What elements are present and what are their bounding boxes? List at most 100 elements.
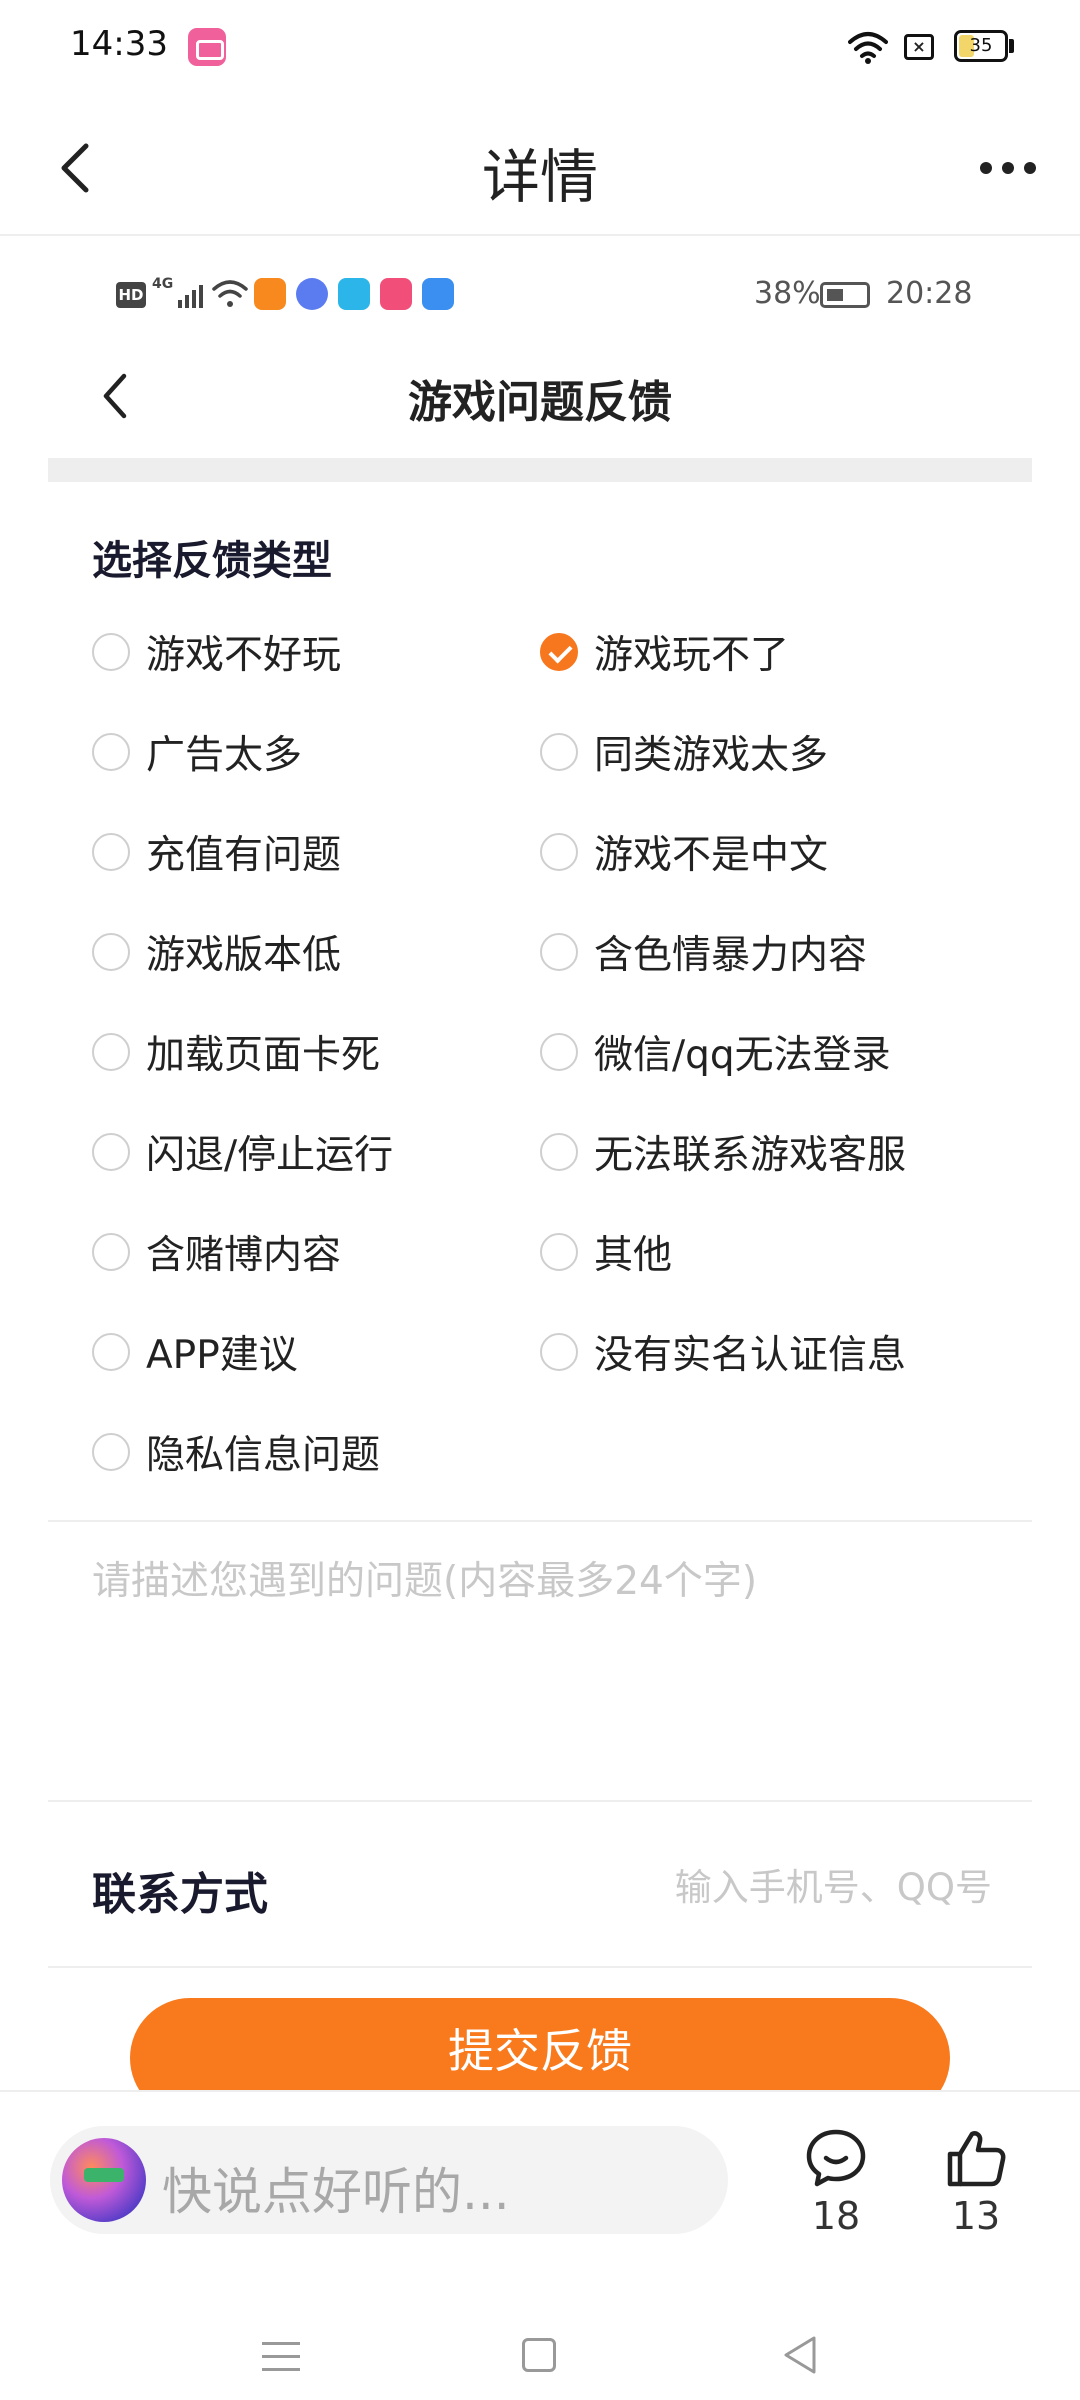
feedback-option-label: 同类游戏太多 <box>594 733 829 778</box>
feedback-option[interactable]: 其他 <box>540 1220 672 1284</box>
radio-unchecked-icon[interactable] <box>92 1233 130 1271</box>
feedback-option[interactable]: 含色情暴力内容 <box>540 920 867 984</box>
feedback-option[interactable]: 无法联系游戏客服 <box>540 1120 906 1184</box>
feedback-option-label: 游戏玩不了 <box>594 633 790 678</box>
feedback-option-label: 微信/qq无法登录 <box>594 1033 891 1078</box>
submit-feedback-button[interactable]: 提交反馈 <box>130 1998 950 2090</box>
radio-unchecked-icon[interactable] <box>540 1033 578 1071</box>
feedback-option-label: 闪退/停止运行 <box>146 1133 394 1178</box>
comment-button[interactable]: 18 <box>800 2128 872 2238</box>
feedback-option-label: 充值有问题 <box>146 833 342 878</box>
radio-unchecked-icon[interactable] <box>540 733 578 771</box>
feedback-option[interactable]: 没有实名认证信息 <box>540 1320 906 1384</box>
radio-unchecked-icon[interactable] <box>92 933 130 971</box>
radio-unchecked-icon[interactable] <box>540 833 578 871</box>
radio-unchecked-icon[interactable] <box>540 1133 578 1171</box>
feedback-option[interactable]: 加载页面卡死 <box>92 1020 380 1084</box>
radio-unchecked-icon[interactable] <box>92 1333 130 1371</box>
feedback-option-label: 加载页面卡死 <box>146 1033 381 1078</box>
comment-count: 18 <box>811 2194 861 2238</box>
status-time: 14:33 <box>70 24 168 64</box>
battery-percent: 35 <box>969 35 993 56</box>
feedback-option[interactable]: 游戏玩不了 <box>540 620 789 684</box>
divider <box>48 1520 1032 1522</box>
feedback-option-label: 其他 <box>594 1233 673 1278</box>
radio-unchecked-icon[interactable] <box>540 933 578 971</box>
top-nav: 详情 <box>0 100 1080 236</box>
feedback-option-label: 游戏版本低 <box>146 933 342 978</box>
divider <box>48 1800 1032 1802</box>
avatar <box>62 2138 146 2222</box>
bilibili-app-icon <box>188 28 226 66</box>
feedback-option-label: 没有实名认证信息 <box>594 1333 907 1378</box>
page-title: 详情 <box>481 143 598 211</box>
music-app-icon <box>296 278 328 310</box>
video-app-icon <box>254 278 286 310</box>
store-app-icon <box>380 278 412 310</box>
like-count: 13 <box>951 2194 1001 2238</box>
feedback-option-label: 隐私信息问题 <box>146 1433 381 1478</box>
section-divider <box>48 458 1032 482</box>
radio-unchecked-icon[interactable] <box>540 1333 578 1371</box>
signal-icon <box>178 285 203 308</box>
comment-placeholder: 快说点好听的... <box>162 2163 510 2221</box>
system-back-icon[interactable] <box>780 2334 820 2376</box>
feedback-option[interactable]: 含赌博内容 <box>92 1220 341 1284</box>
feedback-title: 游戏问题反馈 <box>408 377 672 428</box>
comment-input[interactable]: 快说点好听的... <box>50 2126 728 2234</box>
embedded-time: 20:28 <box>886 276 973 311</box>
radio-unchecked-icon[interactable] <box>540 1233 578 1271</box>
radio-unchecked-icon[interactable] <box>92 733 130 771</box>
system-nav-bar <box>0 2300 1080 2400</box>
feedback-option-label: APP建议 <box>146 1333 298 1378</box>
contact-input[interactable] <box>560 1852 992 1922</box>
feedback-type-heading: 选择反馈类型 <box>92 538 332 584</box>
more-options-icon[interactable] <box>976 158 1040 178</box>
radio-checked-icon[interactable] <box>540 633 578 671</box>
contact-label: 联系方式 <box>92 1869 268 1920</box>
like-button[interactable]: 13 <box>940 2128 1012 2238</box>
network-type: 4G <box>152 276 174 292</box>
battery-icon: 35 <box>954 30 1008 62</box>
home-icon[interactable] <box>522 2338 556 2372</box>
radio-unchecked-icon[interactable] <box>92 1033 130 1071</box>
feedback-option-label: 广告太多 <box>146 733 303 778</box>
radio-unchecked-icon[interactable] <box>92 633 130 671</box>
feedback-option-label: 含色情暴力内容 <box>594 933 868 978</box>
embedded-status-bar: HD 4G 38% 20:28 <box>112 272 972 324</box>
feedback-option-label: 游戏不好玩 <box>146 633 342 678</box>
no-sim-icon: × <box>904 34 934 60</box>
reader-app-icon <box>338 278 370 310</box>
embedded-wifi-icon <box>212 280 248 307</box>
embedded-battery-percent: 38% <box>754 276 821 311</box>
feedback-option-label: 含赌博内容 <box>146 1233 342 1278</box>
radio-unchecked-icon[interactable] <box>92 1133 130 1171</box>
feedback-option[interactable]: 游戏不是中文 <box>540 820 828 884</box>
description-input[interactable] <box>48 1528 1032 1798</box>
wifi-icon <box>848 32 888 64</box>
status-bar: 14:33 × 35 <box>0 0 1080 96</box>
feedback-header: 游戏问题反馈 <box>48 350 1032 440</box>
feedback-option[interactable]: 游戏不好玩 <box>92 620 341 684</box>
radio-unchecked-icon[interactable] <box>92 833 130 871</box>
feedback-option-label: 游戏不是中文 <box>594 833 829 878</box>
battery-tip <box>1009 39 1014 53</box>
divider <box>48 1966 1032 1968</box>
feedback-option[interactable]: 隐私信息问题 <box>92 1420 380 1484</box>
feedback-option[interactable]: 微信/qq无法登录 <box>540 1020 891 1084</box>
feedback-option[interactable]: 闪退/停止运行 <box>92 1120 393 1184</box>
thumbs-up-icon <box>947 2131 1006 2187</box>
feedback-option[interactable]: 同类游戏太多 <box>540 720 828 784</box>
feedback-option[interactable]: 游戏版本低 <box>92 920 341 984</box>
feedback-option[interactable]: 广告太多 <box>92 720 302 784</box>
feedback-option-label: 无法联系游戏客服 <box>594 1133 907 1178</box>
hd-badge: HD <box>116 282 146 308</box>
feedback-option[interactable]: APP建议 <box>92 1320 298 1384</box>
radio-unchecked-icon[interactable] <box>92 1433 130 1471</box>
embedded-battery-icon <box>820 282 870 308</box>
recent-apps-icon[interactable] <box>262 2340 302 2374</box>
comment-icon <box>806 2129 866 2187</box>
submit-area: 提交反馈 <box>0 1990 1080 2090</box>
feedback-option[interactable]: 充值有问题 <box>92 820 341 884</box>
cloud-app-icon <box>422 278 454 310</box>
